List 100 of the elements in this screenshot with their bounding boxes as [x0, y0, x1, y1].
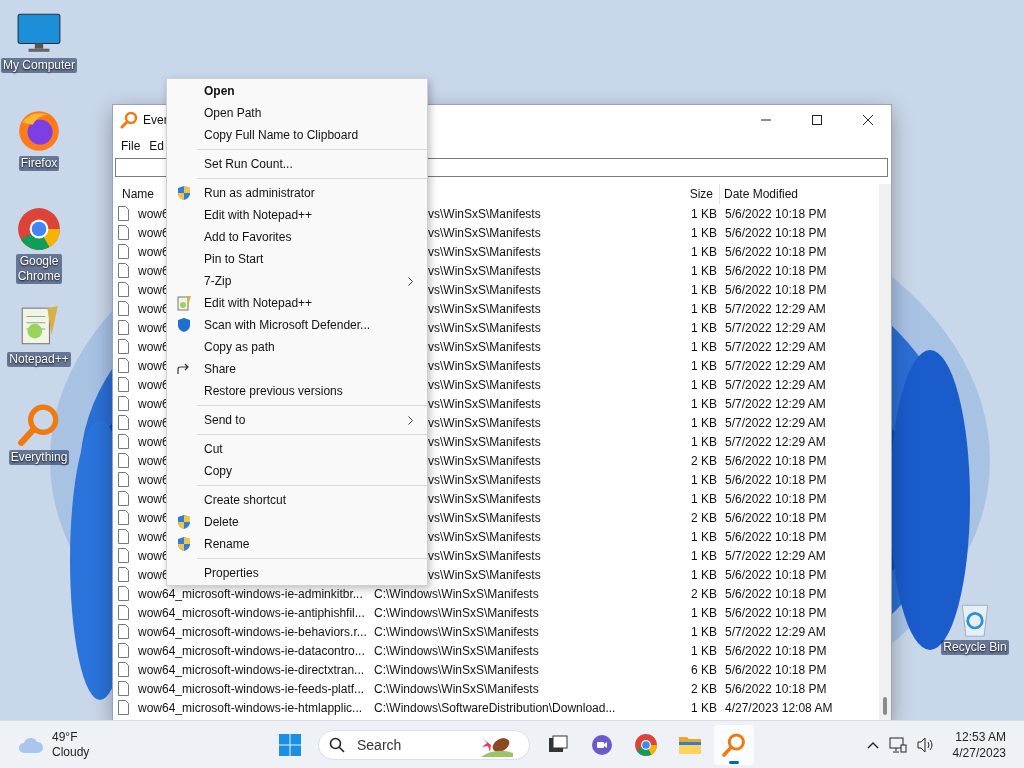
- file-icon: [118, 529, 129, 544]
- file-icon: [118, 396, 129, 411]
- file-name-cell-text: wow64_microsoft-windows-ie-htmlapplic...: [137, 700, 364, 715]
- date-cell-text: 5/6/2022 10:18 PM: [724, 681, 828, 696]
- date-cell-text: 5/6/2022 10:18 PM: [724, 225, 828, 240]
- menu-item[interactable]: Edit with Notepad++: [167, 204, 427, 226]
- video-chat-icon: [591, 733, 613, 756]
- path-cell-text: vs\WinSxS\Manifests: [428, 377, 542, 392]
- file-icon: [118, 206, 129, 221]
- desktop-icon-label[interactable]: Recycle Bin: [941, 640, 1009, 655]
- menu-item[interactable]: Open Path: [167, 102, 427, 124]
- menu-item[interactable]: Run as administrator: [167, 182, 427, 204]
- desktop-icon-label[interactable]: My Computer: [1, 58, 77, 73]
- path-cell-text: vs\WinSxS\Manifests: [428, 415, 542, 430]
- menu-item[interactable]: Copy as path: [167, 336, 427, 358]
- menu-item[interactable]: Create shortcut: [167, 489, 427, 511]
- scrollbar[interactable]: [879, 184, 891, 721]
- menu-item[interactable]: Delete: [167, 511, 427, 533]
- date-cell-text: 5/7/2022 12:29 AM: [724, 339, 827, 354]
- menu-item[interactable]: Restore previous versions: [167, 380, 427, 402]
- menu-item[interactable]: Set Run Count...: [167, 153, 427, 175]
- magnifier-icon: [120, 111, 138, 129]
- size-cell-text: 1 KB: [690, 358, 718, 373]
- desktop-icon-label[interactable]: Notepad++: [7, 352, 71, 367]
- menu-item[interactable]: 7-Zip: [167, 270, 427, 292]
- date-cell-text: 5/6/2022 10:18 PM: [724, 472, 828, 487]
- file-icon: [118, 567, 129, 582]
- menu-item[interactable]: Add to Favorites: [167, 226, 427, 248]
- cloud-icon: [18, 735, 44, 754]
- date-cell-text: 5/6/2022 10:18 PM: [724, 567, 828, 582]
- desktop-icon-label[interactable]: Firefox: [18, 156, 60, 171]
- size-cell-text: 2 KB: [690, 681, 718, 696]
- date-cell-text: 5/7/2022 12:29 AM: [724, 301, 827, 316]
- browser-globe-icon: [16, 108, 62, 154]
- path-cell-text: vs\WinSxS\Manifests: [428, 282, 542, 297]
- date-cell-text: 5/7/2022 12:29 AM: [724, 377, 827, 392]
- path-cell-text: vs\WinSxS\Manifests: [428, 529, 542, 544]
- menu-item[interactable]: Pin to Start: [167, 248, 427, 270]
- column-header[interactable]: Size: [623, 184, 720, 204]
- menu-item[interactable]: File: [119, 136, 143, 155]
- chevron-right-icon: [408, 277, 413, 286]
- date-cell-text: 5/6/2022 10:18 PM: [724, 244, 828, 259]
- file-icon: [118, 681, 129, 696]
- menu-item[interactable]: Open: [167, 80, 427, 102]
- size-cell-text: 1 KB: [690, 529, 718, 544]
- size-cell-text: 1 KB: [690, 282, 718, 297]
- file-icon: [118, 472, 129, 487]
- date-cell-text: 5/7/2022 12:29 AM: [724, 396, 827, 411]
- column-header[interactable]: Date Modified: [720, 184, 879, 204]
- size-cell-text: 1 KB: [690, 339, 718, 354]
- size-cell-text: 2 KB: [690, 510, 718, 525]
- size-cell-text: 1 KB: [690, 567, 718, 582]
- date-cell-text: 5/6/2022 10:18 PM: [724, 282, 828, 297]
- size-cell-text: 1 KB: [690, 206, 718, 221]
- date-cell-text: 5/6/2022 10:18 PM: [724, 529, 828, 544]
- menu-item[interactable]: Properties: [167, 562, 427, 584]
- file-icon: [118, 643, 129, 658]
- file-icon: [118, 225, 129, 240]
- file-icon: [118, 339, 129, 354]
- file-icon: [118, 548, 129, 563]
- file-name-cell-text: wow64_microsoft-windows-ie-adminkitbr...: [137, 586, 364, 601]
- file-icon: [118, 244, 129, 259]
- menu-item[interactable]: Copy Full Name to Clipboard: [167, 124, 427, 146]
- date-cell-text: 4/27/2023 12:08 AM: [724, 700, 834, 715]
- menu-item[interactable]: Cut: [167, 438, 427, 460]
- search-bar[interactable]: Search: [318, 729, 530, 760]
- size-cell-text: 1 KB: [690, 434, 718, 449]
- network-icon: [888, 736, 907, 753]
- menu-item[interactable]: Edit with Notepad++: [167, 292, 427, 314]
- path-cell-text: vs\WinSxS\Manifests: [428, 358, 542, 373]
- file-icon: [118, 282, 129, 297]
- path-cell-text: vs\WinSxS\Manifests: [428, 244, 542, 259]
- file-name-cell-text: wow64_microsoft-windows-ie-directxtran...: [137, 662, 366, 677]
- file-icon: [118, 662, 129, 677]
- menu-item[interactable]: Copy: [167, 460, 427, 482]
- date-cell-text: 5/6/2022 10:18 PM: [724, 605, 828, 620]
- menu-item[interactable]: Rename: [167, 533, 427, 555]
- shield-icon: [176, 536, 192, 552]
- file-name-cell-text: wow64_microsoft-windows-ie-feeds-platf...: [137, 681, 366, 696]
- weather-condition: Cloudy: [52, 744, 90, 760]
- menu-item[interactable]: Send to: [167, 409, 427, 431]
- search-field[interactable]: Search: [355, 735, 469, 754]
- path-cell-text: C:\Windows\WinSxS\Manifests: [374, 624, 540, 639]
- clock-time[interactable]: 12:53 AM: [955, 728, 1006, 745]
- file-icon: [118, 320, 129, 335]
- file-icon: [118, 263, 129, 278]
- desktop-icon-label[interactable]: Google Chrome: [15, 254, 63, 284]
- menu-item[interactable]: Ed: [147, 136, 167, 155]
- date-cell-text: 5/7/2022 12:29 AM: [724, 548, 827, 563]
- path-cell-text: vs\WinSxS\Manifests: [428, 548, 542, 563]
- file-icon: [118, 434, 129, 449]
- file-icon: [118, 377, 129, 392]
- menu-item[interactable]: Share: [167, 358, 427, 380]
- size-cell-text: 1 KB: [690, 225, 718, 240]
- desktop-icon-label[interactable]: Everything: [8, 450, 70, 465]
- file-icon: [118, 510, 129, 525]
- menu-item[interactable]: Scan with Microsoft Defender...: [167, 314, 427, 336]
- scroll-thumb[interactable]: [883, 697, 887, 715]
- date-cell-text: 5/6/2022 10:18 PM: [724, 491, 828, 506]
- clock-date[interactable]: 4/27/2023: [952, 744, 1006, 761]
